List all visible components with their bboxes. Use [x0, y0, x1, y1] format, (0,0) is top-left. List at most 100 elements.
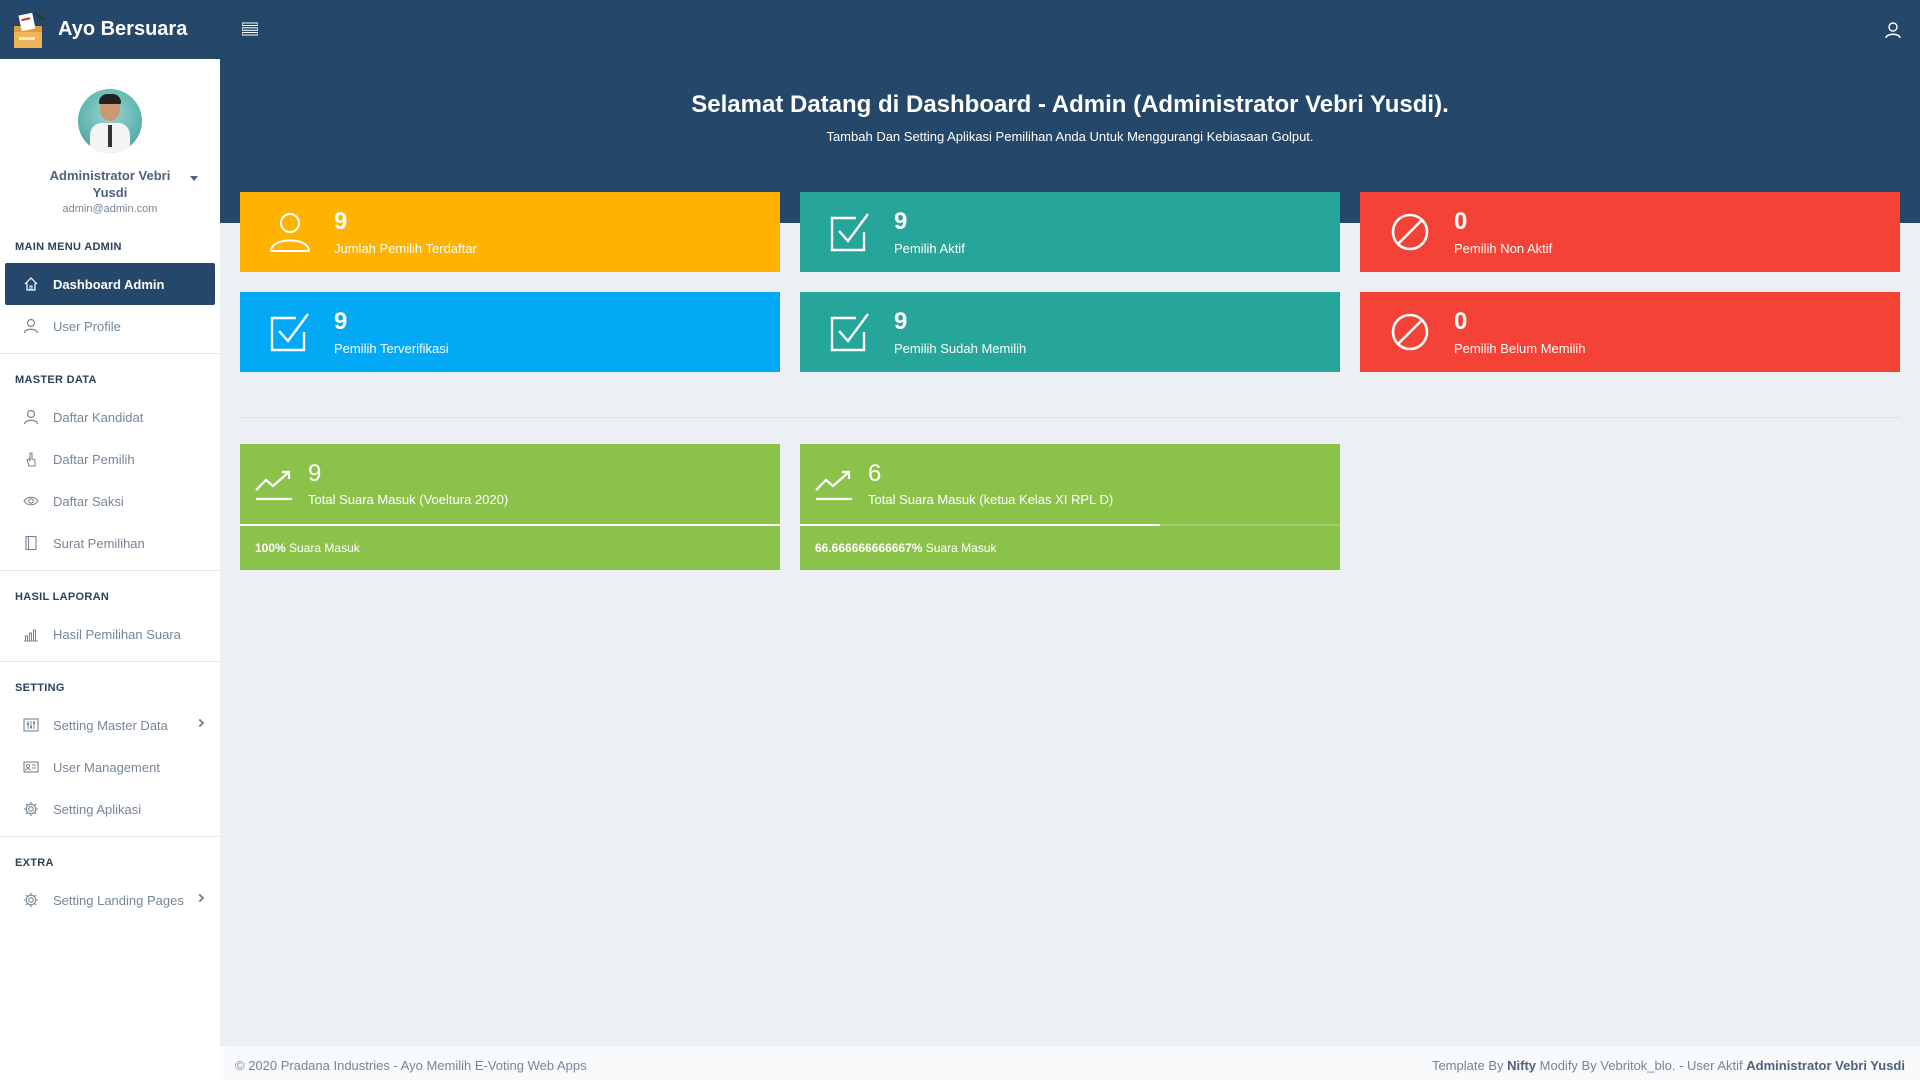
menu-header: MASTER DATA	[15, 374, 97, 386]
stat-card-pemilih-terverifikasi[interactable]: 9 Pemilih Terverifikasi	[240, 292, 780, 372]
menu-header: MAIN MENU ADMIN	[15, 241, 122, 253]
vote-card-voeltura-2020[interactable]: 9 Total Suara Masuk (Voeltura 2020) 100%…	[240, 444, 780, 570]
ban-icon	[1391, 313, 1429, 351]
profile-name[interactable]: Administrator Vebri Yusdi	[0, 167, 220, 201]
eye-icon	[23, 496, 39, 506]
trend-up-icon	[255, 470, 292, 501]
sidebar-item-label: Surat Pemilihan	[53, 535, 145, 551]
chevron-right-icon	[195, 718, 205, 728]
vote-label: Total Suara Masuk (ketua Kelas XI RPL D)	[868, 492, 1114, 507]
page-title: Selamat Datang di Dashboard - Admin (Adm…	[691, 91, 1449, 118]
sidebar-item-label: Setting Landing Pages	[53, 892, 184, 908]
footer-copyright: © 2020 Pradana Industries - Ayo Memilih …	[235, 1058, 587, 1073]
book-icon	[25, 535, 37, 551]
stat-value: 9	[334, 208, 348, 235]
stat-value: 0	[1454, 308, 1468, 335]
checkbox-icon	[830, 313, 869, 352]
brand[interactable]: Ayo Bersuara	[0, 0, 220, 59]
sidebar-item-user-profile[interactable]: User Profile	[5, 305, 215, 347]
checkbox-icon	[270, 313, 309, 352]
menu-section-hasil-laporan: HASIL LAPORAN Hasil Pemilihan Suara	[0, 570, 220, 661]
footer-prefix: Template By	[1431, 1058, 1504, 1073]
sidebar-item-label: User Profile	[53, 318, 121, 334]
vote-value: 9	[308, 460, 322, 487]
stat-card-jumlah-pemilih-terdaftar[interactable]: 9 Jumlah Pemilih Terdaftar	[240, 192, 780, 272]
sidebar-item-setting-master-data[interactable]: Setting Master Data	[5, 704, 215, 746]
id-card-icon	[23, 761, 39, 773]
stat-label: Pemilih Belum Memilih	[1454, 341, 1586, 356]
user-icon	[23, 409, 39, 425]
menu-section-main: MAIN MENU ADMIN Dashboard Admin User Pro…	[0, 241, 220, 353]
page-subtitle: Tambah Dan Setting Aplikasi Pemilihan An…	[826, 129, 1314, 144]
ballot-box-icon	[12, 10, 46, 50]
menu-section-extra: EXTRA Setting Landing Pages	[0, 836, 220, 927]
brand-title: Ayo Bersuara	[58, 18, 188, 40]
footer-middle: Modify By Vebritok_blo. - User Aktif	[1539, 1058, 1743, 1073]
gear-icon	[24, 802, 38, 816]
menu-section-setting: SETTING Setting Master Data User Managem…	[0, 661, 220, 836]
sidebar-item-label: User Management	[53, 759, 160, 775]
sidebar-item-label: Hasil Pemilihan Suara	[53, 626, 181, 642]
sliders-icon	[23, 718, 39, 732]
sidebar-item-label: Setting Master Data	[53, 717, 168, 733]
hand-pointer-icon	[26, 452, 36, 467]
stat-label: Jumlah Pemilih Terdaftar	[334, 241, 477, 256]
vote-footer: 100% Suara Masuk	[255, 541, 360, 555]
stat-label: Pemilih Terverifikasi	[334, 341, 449, 356]
sidebar: Administrator Vebri Yusdi admin@admin.co…	[0, 59, 220, 1080]
stat-card-pemilih-sudah-memilih[interactable]: 9 Pemilih Sudah Memilih	[800, 292, 1340, 372]
sidebar-item-daftar-kandidat[interactable]: Daftar Kandidat	[5, 396, 215, 438]
stat-card-pemilih-non-aktif[interactable]: 0 Pemilih Non Aktif	[1360, 192, 1900, 272]
trend-up-icon	[815, 470, 852, 501]
sidebar-item-daftar-pemilih[interactable]: Daftar Pemilih	[5, 438, 215, 480]
menu-header: HASIL LAPORAN	[15, 591, 110, 603]
stat-value: 9	[334, 308, 348, 335]
vote-progress-track	[800, 524, 1340, 526]
gear-icon	[24, 893, 38, 907]
sidebar-item-hasil-pemilihan-suara[interactable]: Hasil Pemilihan Suara	[5, 613, 215, 655]
vote-label: Total Suara Masuk (Voeltura 2020)	[308, 492, 509, 507]
stat-value: 0	[1454, 208, 1468, 235]
menu-header: EXTRA	[15, 857, 54, 869]
sidebar-item-user-management[interactable]: User Management	[5, 746, 215, 788]
footer-template-name[interactable]: Nifty	[1507, 1058, 1536, 1073]
sidebar-item-label: Daftar Kandidat	[53, 409, 144, 425]
user-icon	[23, 318, 39, 334]
vote-progress-fill	[240, 524, 780, 526]
stat-label: Pemilih Sudah Memilih	[894, 341, 1027, 356]
vote-percent: 100%	[255, 541, 286, 555]
stat-card-pemilih-aktif[interactable]: 9 Pemilih Aktif	[800, 192, 1340, 272]
sidebar-item-dashboard-admin[interactable]: Dashboard Admin	[5, 263, 215, 305]
stat-label: Pemilih Aktif	[894, 241, 965, 256]
vote-card-ketua-kelas[interactable]: 6 Total Suara Masuk (ketua Kelas XI RPL …	[800, 444, 1340, 570]
avatar[interactable]	[78, 89, 142, 153]
home-icon	[24, 277, 38, 291]
stat-value: 9	[894, 208, 908, 235]
main-content: Selamat Datang di Dashboard - Admin (Adm…	[220, 59, 1920, 1080]
profile-widget: Administrator Vebri Yusdi admin@admin.co…	[0, 59, 220, 241]
stat-value: 9	[894, 308, 908, 335]
user-icon	[269, 213, 311, 252]
vote-footer-suffix: Suara Masuk	[925, 541, 997, 555]
sidebar-item-label: Daftar Saksi	[53, 493, 124, 509]
stat-label: Pemilih Non Aktif	[1454, 241, 1553, 256]
footer-active-user: Administrator Vebri Yusdi	[1746, 1058, 1905, 1073]
sidebar-item-daftar-saksi[interactable]: Daftar Saksi	[5, 480, 215, 522]
menu-icon[interactable]	[241, 22, 259, 36]
chevron-down-icon[interactable]	[190, 176, 198, 181]
sidebar-item-surat-pemilihan[interactable]: Surat Pemilihan	[5, 522, 215, 564]
user-icon[interactable]	[1884, 21, 1902, 39]
divider	[240, 417, 1900, 418]
stat-card-pemilih-belum-memilih[interactable]: 0 Pemilih Belum Memilih	[1360, 292, 1900, 372]
sidebar-item-setting-landing-pages[interactable]: Setting Landing Pages	[5, 879, 215, 921]
vote-footer-suffix: Suara Masuk	[289, 541, 360, 555]
vote-percent: 66.666666666667%	[815, 541, 923, 555]
vote-progress-track	[240, 524, 780, 526]
vote-progress-fill	[800, 524, 1161, 526]
chevron-right-icon	[195, 893, 205, 903]
profile-email: admin@admin.com	[62, 203, 158, 215]
sidebar-item-setting-aplikasi[interactable]: Setting Aplikasi	[5, 788, 215, 830]
vote-footer: 66.666666666667% Suara Masuk	[815, 541, 996, 555]
sidebar-item-label: Dashboard Admin	[53, 276, 165, 292]
menu-header: SETTING	[15, 682, 65, 694]
